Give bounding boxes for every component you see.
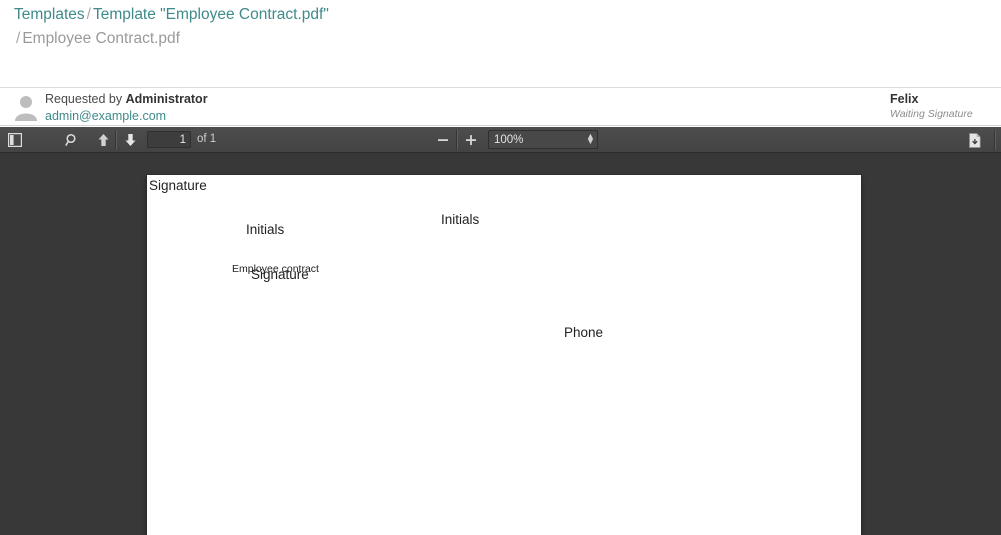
arrow-up-icon[interactable] (91, 129, 115, 151)
requester-info: Requested by Administrator admin@example… (45, 91, 208, 125)
requested-by-prefix: Requested by (45, 92, 126, 106)
breadcrumb-line-1: Templates / Template "Employee Contract.pd… (14, 3, 1001, 27)
page-number-input[interactable] (147, 131, 191, 148)
arrow-down-icon[interactable] (118, 129, 142, 151)
breadcrumb: Templates / Template "Employee Contract.pd… (0, 0, 1001, 88)
signer-name: Felix (890, 92, 919, 106)
toolbar-separator-3 (994, 130, 996, 150)
requested-by-name: Administrator (125, 92, 208, 106)
breadcrumb-current-document: Employee Contract.pdf (22, 30, 180, 47)
breadcrumb-separator-1: / (86, 6, 91, 23)
zoom-level-select[interactable]: 50%75%100%125%150%200% (488, 130, 598, 149)
document-field[interactable]: Phone (564, 325, 603, 340)
breadcrumb-link-templates[interactable]: Templates (14, 6, 85, 23)
signer-bar: Requested by Administrator admin@example… (0, 88, 1001, 202)
pdf-toolbar: of 1 50%75%100%125%150%200% ▲▼ (0, 127, 1001, 153)
document-field[interactable]: Signature (251, 267, 309, 282)
requester-email[interactable]: admin@example.com (45, 108, 208, 125)
breadcrumb-line-2: / Employee Contract.pdf (14, 27, 1001, 51)
search-icon[interactable] (60, 129, 84, 151)
user-avatar-icon (13, 93, 39, 121)
toolbar-separator-1 (115, 130, 117, 150)
requested-by-line: Requested by Administrator (45, 91, 208, 108)
signer-info: Felix Waiting Signature (890, 92, 973, 122)
sidebar-toggle-icon[interactable] (3, 129, 27, 151)
document-field[interactable]: Signature (149, 178, 207, 193)
minus-icon[interactable] (431, 129, 455, 151)
page-count-label: of 1 (197, 133, 217, 145)
signer-status: Waiting Signature (890, 108, 973, 120)
plus-icon[interactable] (459, 129, 483, 151)
download-icon[interactable] (963, 129, 987, 151)
toolbar-separator-2 (456, 130, 458, 150)
pdf-viewer[interactable]: Signature Initials Initials Employee contra… (0, 153, 1001, 535)
document-field[interactable]: Initials (246, 222, 284, 237)
pdf-page-1[interactable]: Signature Initials Initials Employee contra… (147, 175, 861, 535)
signature-request-page: Templates / Template "Employee Contract.pd… (0, 0, 1001, 535)
breadcrumb-link-template[interactable]: Template "Employee Contract.pdf" (93, 6, 329, 23)
document-field[interactable]: Initials (441, 212, 479, 227)
